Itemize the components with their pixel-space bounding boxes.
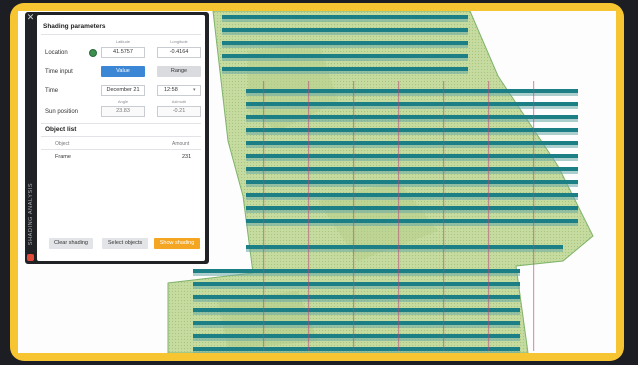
panel-row-shadow (193, 286, 520, 289)
panel-column-separator (443, 81, 445, 351)
solar-panel-row[interactable] (222, 41, 468, 45)
panel-row-shadow (193, 299, 520, 302)
panel-row-shadow (246, 93, 578, 96)
solar-panel-row[interactable] (246, 154, 578, 158)
panel-row-shadow (246, 119, 578, 122)
panel-row-shadow (193, 351, 520, 353)
solar-panel-row[interactable] (246, 167, 578, 171)
solar-panel-row[interactable] (222, 67, 468, 71)
panel-row-shadow (246, 184, 578, 187)
solar-panel-row[interactable] (193, 282, 520, 286)
object-row-amount[interactable]: 231 (182, 154, 191, 160)
panel-row-shadow (246, 197, 578, 200)
panel-column-separator (533, 81, 535, 351)
solar-panel-row[interactable] (246, 141, 578, 145)
chevron-down-icon[interactable]: ▾ (193, 87, 196, 93)
object-list-title: Object list (45, 126, 77, 133)
panel-row-shadow (246, 223, 578, 226)
longitude-input[interactable]: -0.4164 (157, 47, 201, 58)
solar-panel-row[interactable] (222, 54, 468, 58)
panel-row-shadow (246, 145, 578, 148)
divider (41, 34, 201, 35)
panel-row-shadow (246, 158, 578, 161)
show-shading-button[interactable]: Show shading (154, 238, 200, 249)
panel-body: Shading parameters Location Latitude 41.… (37, 15, 205, 261)
panel-row-shadow (193, 312, 520, 315)
sun-position-label: Sun position (45, 109, 79, 115)
divider (41, 136, 201, 137)
amount-column-header: Amount (172, 141, 190, 147)
solar-panel-row[interactable] (246, 245, 563, 249)
panel-row-shadow (222, 45, 468, 48)
solar-panel-row[interactable] (246, 102, 578, 106)
solar-panel-row[interactable] (193, 269, 520, 273)
solar-panel-row[interactable] (193, 347, 520, 351)
latitude-caption: Latitude (115, 39, 131, 44)
panel-row-shadow (246, 210, 578, 213)
panel-row-shadow (193, 338, 520, 341)
panel-column-separator (488, 81, 490, 351)
solar-panel-row[interactable] (246, 180, 578, 184)
solar-panel-row[interactable] (246, 128, 578, 132)
solar-panel-row[interactable] (246, 89, 578, 93)
solar-panel-row[interactable] (246, 219, 578, 223)
divider (41, 123, 201, 124)
panel-row-shadow (246, 249, 563, 252)
panel-row-shadow (193, 325, 520, 328)
panel-column-separator (308, 81, 310, 351)
panel-column-separator (263, 81, 265, 351)
close-icon[interactable]: ✕ (26, 13, 35, 22)
solar-panel-row[interactable] (246, 115, 578, 119)
clear-shading-button[interactable]: Clear shading (49, 238, 93, 249)
object-row-name[interactable]: Frame (55, 154, 71, 160)
globe-icon[interactable] (89, 49, 97, 57)
latitude-input[interactable]: 41.5757 (101, 47, 145, 58)
panel-column-separator (353, 81, 355, 351)
panel-row-shadow (222, 19, 468, 22)
solar-panel-row[interactable] (222, 15, 468, 19)
time-input-value-toggle[interactable]: Value (101, 66, 145, 77)
longitude-caption: Longitude (170, 39, 188, 44)
azimuth-caption: Azimuth (171, 99, 187, 104)
panel-row-shadow (193, 273, 520, 276)
solar-panel-row[interactable] (246, 206, 578, 210)
side-label: SHADING ANALYSIS (28, 182, 34, 246)
solar-panel-row[interactable] (246, 193, 578, 197)
solar-panel-row[interactable] (222, 28, 468, 32)
panel-row-shadow (246, 171, 578, 174)
panel-row-shadow (246, 106, 578, 109)
solar-panel-row[interactable] (193, 308, 520, 312)
panel-row-shadow (246, 132, 578, 135)
panel-row-shadow (222, 32, 468, 35)
divider (41, 149, 201, 150)
select-objects-button[interactable]: Select objects (102, 238, 148, 249)
solar-panel-row[interactable] (193, 295, 520, 299)
angle-caption: Angle (117, 99, 129, 104)
solar-panel-row[interactable] (193, 321, 520, 325)
object-column-header: Object (55, 141, 70, 147)
shading-analysis-panel: ✕ SHADING ANALYSIS Shading parameters Lo… (25, 12, 209, 264)
sun-angle-value: 23.83 (101, 106, 145, 117)
clock-value: 12:58 (164, 87, 178, 93)
panel-row-shadow (222, 58, 468, 61)
shading-parameters-title: Shading parameters (43, 23, 106, 30)
time-input-range-toggle[interactable]: Range (157, 66, 201, 77)
time-input-label: Time input (45, 69, 73, 75)
app-logo-icon (27, 254, 34, 261)
date-input[interactable]: December 21 (101, 85, 145, 96)
panel-row-shadow (222, 71, 468, 74)
panel-column-separator (398, 81, 400, 351)
location-label: Location (45, 50, 68, 56)
panel-side-strip: ✕ SHADING ANALYSIS (25, 12, 36, 264)
sun-azimuth-value: -0.21 (157, 106, 201, 117)
solar-panel-row[interactable] (193, 334, 520, 338)
time-label: Time (45, 88, 59, 94)
